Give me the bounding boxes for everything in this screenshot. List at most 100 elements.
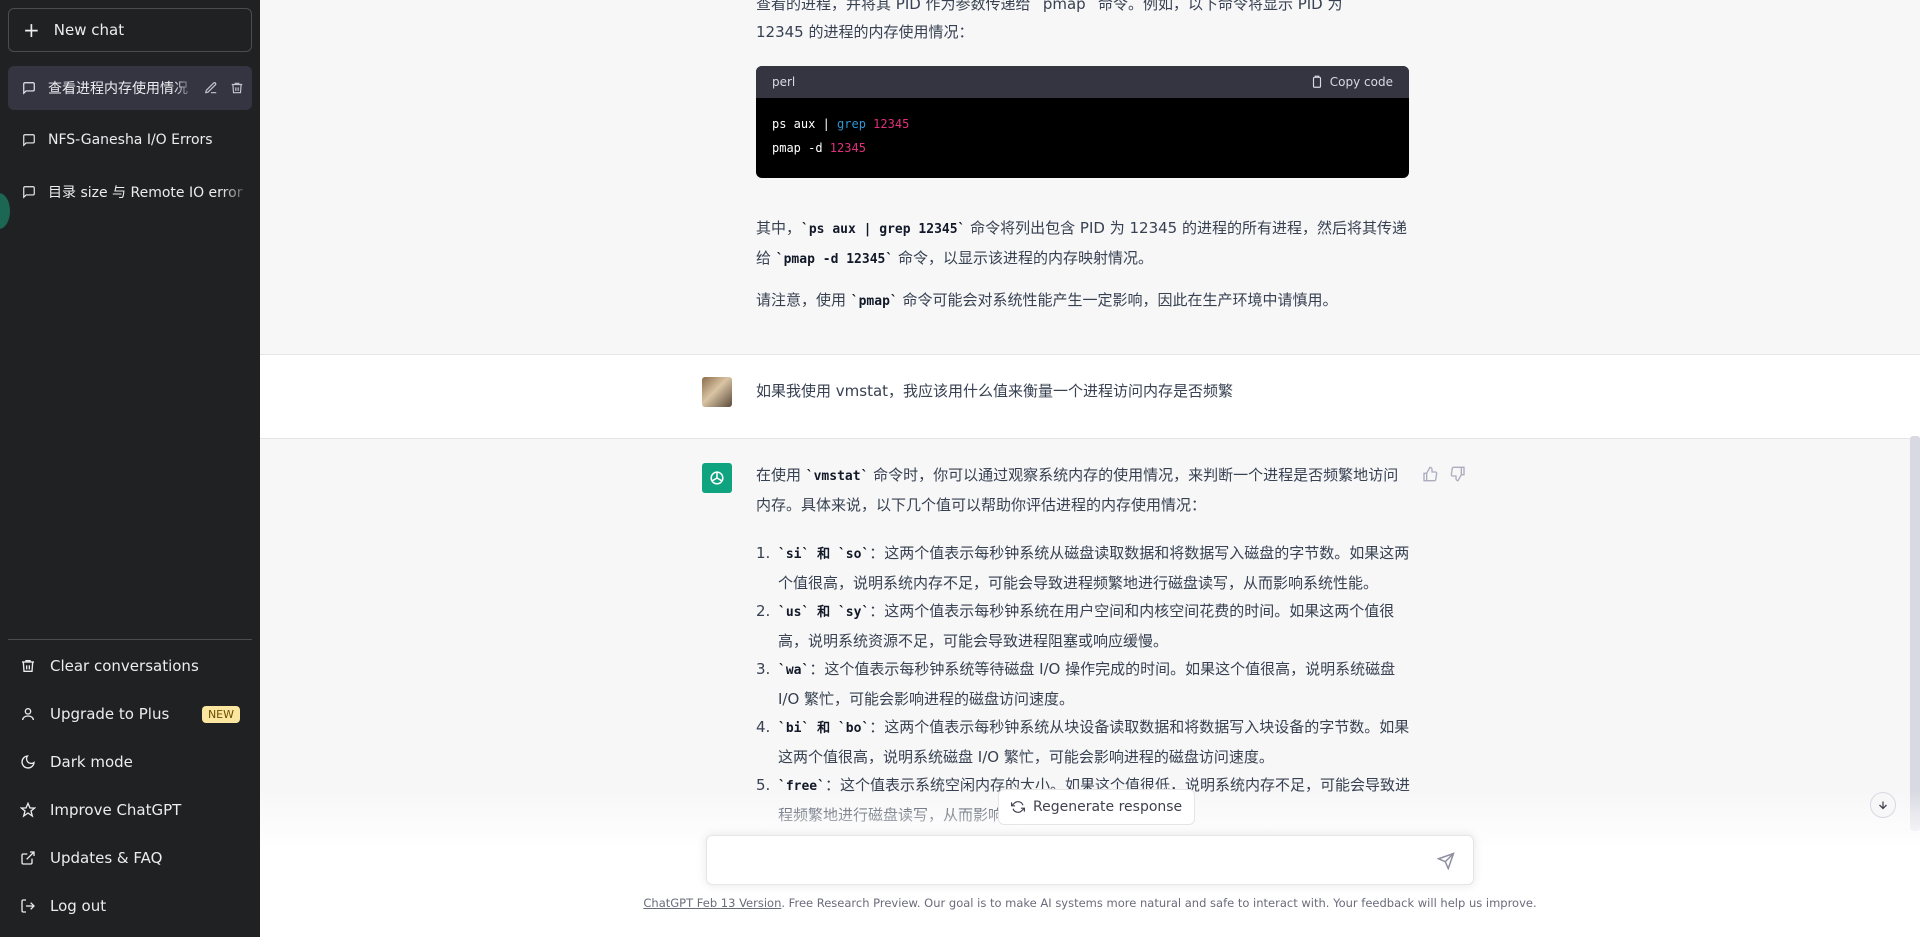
scrollbar-thumb[interactable] [1910,436,1920,831]
regenerate-response-button[interactable]: Regenerate response [998,789,1196,825]
conversation-item[interactable]: NFS-Ganesha I/O Errors [8,118,252,162]
inline-code: `si` 和 `so` [778,547,870,562]
version-link[interactable]: ChatGPT Feb 13 Version [643,896,781,910]
copy-code-button[interactable]: Copy code [1310,75,1393,89]
code-content: ps aux | grep 12345 pmap -d 12345 [756,98,1409,174]
list-text: ：这两个值表示每秒钟系统从块设备读取数据和将数据写入块设备的字节数。如果这两个值… [778,718,1410,766]
list-item: 1. `si` 和 `so`：这两个值表示每秒钟系统从磁盘读取数据和将数据写入磁盘… [756,539,1412,597]
feedback-buttons [1422,466,1466,482]
message-text: 在使用 `vmstat` 命令时，你可以通过观察系统内存的使用情况，来判断一个进… [756,461,1412,519]
menu-label: Clear conversations [50,657,199,675]
logout-icon [21,899,35,913]
list-item: 2. `us` 和 `sy`：这两个值表示每秒钟系统在用户空间和内核空间花费的时间… [756,597,1412,655]
external-link-icon [21,851,35,865]
menu-label: Dark mode [50,753,133,771]
send-icon[interactable] [1437,852,1455,870]
assistant-message: 查看的进程，并将其 PID 作为参数传递给 `pmap` 命令。例如，以下命令将… [260,0,1920,355]
inline-code: `wa` [778,663,810,678]
clear-conversations-button[interactable]: Clear conversations [8,644,252,688]
text-run: 在使用 [756,466,806,484]
list-number: 3. [756,660,771,678]
copy-code-label: Copy code [1329,75,1393,89]
text-run: 请注意，使用 [756,291,851,309]
updates-faq-link[interactable]: Updates & FAQ [8,836,252,880]
conversation-title: NFS-Ganesha I/O Errors [48,132,213,148]
menu-label: Upgrade to Plus [50,705,170,723]
conversation-item[interactable]: 目录 size 与 Remote IO error [8,170,252,214]
inline-code: `us` 和 `sy` [778,605,870,620]
sidebar-divider [8,639,252,640]
inline-code: `ps aux | grep 12345` [801,222,966,237]
chat-bubble-icon [23,134,35,147]
paragraph: 请注意，使用 `pmap` 命令可能会对系统性能产生一定影响，因此在生产环境中请… [756,286,1412,316]
sidebar: + New chat 查看进程内存使用情况 NFS-Ganesha I/O Er… [0,0,260,937]
footer-text: . Free Research Preview. Our goal is to … [781,896,1537,910]
code-line: ps aux | grep 12345 [772,112,1393,136]
improve-chatgpt-button[interactable]: Improve ChatGPT [8,788,252,832]
text-run: 命令将列出包含 PID 为 12345 的进程的所有进程，然后将其 [965,219,1377,237]
list-item: 4. `bi` 和 `bo`：这两个值表示每秒钟系统从块设备读取数据和将数据写入块… [756,713,1412,771]
text-run: 其中， [756,219,802,237]
code-header: perl Copy code [756,66,1409,98]
chat-bubble-icon [23,186,35,199]
regenerate-label: Regenerate response [1033,799,1183,815]
chat-bubble-icon [23,82,35,95]
message-input[interactable] [721,849,1421,873]
code-token: 12345 [873,117,910,131]
text-run: 命令可能会对系统性能产生一定影响，因此在生产环境中请慎用。 [897,291,1338,309]
message-text: 查看的进程，并将其 PID 作为参数传递给 `pmap` 命令。例如，以下命令将… [756,0,1412,46]
inline-code: `pmap` [850,294,898,309]
paragraph: 查看的进程，并将其 PID 作为参数传递给 `pmap` 命令。例如，以下命令将… [756,0,1343,13]
new-chat-label: New chat [53,21,125,39]
message-text: 其中，`ps aux | grep 12345` 命令将列出包含 PID 为 1… [756,214,1412,316]
new-badge: NEW [201,705,240,723]
refresh-icon [1011,801,1025,813]
moon-icon [21,755,35,769]
new-chat-button[interactable]: + New chat [8,8,252,52]
paragraph: 12345 的进程的内存使用情况： [756,23,974,41]
code-block: perl Copy code ps aux | grep 12345 pmap … [756,66,1409,178]
code-token: grep [837,117,866,131]
menu-label: Log out [50,897,107,915]
assistant-avatar [702,463,732,493]
openai-logo-icon [710,471,724,485]
code-line: pmap -d 12345 [772,136,1393,160]
conversation-title: 查看进程内存使用情况 [48,81,188,97]
menu-label: Updates & FAQ [50,849,163,867]
ordered-list: 1. `si` 和 `so`：这两个值表示每秒钟系统从磁盘读取数据和将数据写入磁盘… [756,539,1412,829]
chat-main: 查看的进程，并将其 PID 作为参数传递给 `pmap` 命令。例如，以下命令将… [260,0,1920,937]
menu-label: Improve ChatGPT [50,801,182,819]
user-icon [22,708,34,721]
text-run: 命令时，你可以通过观察系统内存的使用情况，来判断一个进程是否频繁地 [868,466,1369,484]
inline-code: `pmap -d 12345` [775,252,894,267]
scroll-to-bottom-button[interactable] [1870,792,1896,818]
dark-mode-button[interactable]: Dark mode [8,740,252,784]
paragraph: 其中，`ps aux | grep 12345` 命令将列出包含 PID 为 1… [756,214,1412,274]
list-number: 4. [756,718,771,736]
thumbs-up-icon[interactable] [1422,466,1438,482]
user-message: 如果我使用 vmstat，我应该用什么值来衡量一个进程访问内存是否频繁 [260,355,1920,439]
clipboard-icon [1312,75,1321,88]
list-number: 1. [756,544,771,562]
list-number: 2. [756,602,771,620]
message-input-box[interactable] [706,835,1474,885]
thumbs-down-icon[interactable] [1450,466,1466,482]
trash-icon [22,660,34,672]
conversation-item[interactable]: 查看进程内存使用情况 [8,66,252,110]
arrow-down-icon [1879,801,1887,810]
code-token: ps aux | [772,117,838,131]
code-language: perl [772,75,796,89]
log-out-button[interactable]: Log out [8,884,252,928]
inline-code: `vmstat` [805,469,869,484]
plus-icon: + [23,18,40,42]
list-text: ：这两个值表示每秒钟系统在用户空间和内核空间花费的时间。如果这两个值很高，说明系… [778,602,1395,650]
star-icon [20,802,36,818]
inline-code: `bi` 和 `bo` [778,721,870,736]
trash-icon[interactable] [230,81,244,95]
list-text: ：这个值表示每秒钟系统等待磁盘 I/O 操作完成的时间。如果这个值很高，说明系统… [778,660,1396,708]
list-text: ：这两个值表示每秒钟系统从磁盘读取数据和将数据写入磁盘的字节数。如果这两个值很高… [778,544,1410,592]
upgrade-to-plus-button[interactable]: Upgrade to Plus NEW [8,692,252,736]
user-message-text: 如果我使用 vmstat，我应该用什么值来衡量一个进程访问内存是否频繁 [756,382,1234,400]
edit-icon[interactable] [204,81,218,95]
conversation-title: 目录 size 与 Remote IO error [48,185,243,201]
